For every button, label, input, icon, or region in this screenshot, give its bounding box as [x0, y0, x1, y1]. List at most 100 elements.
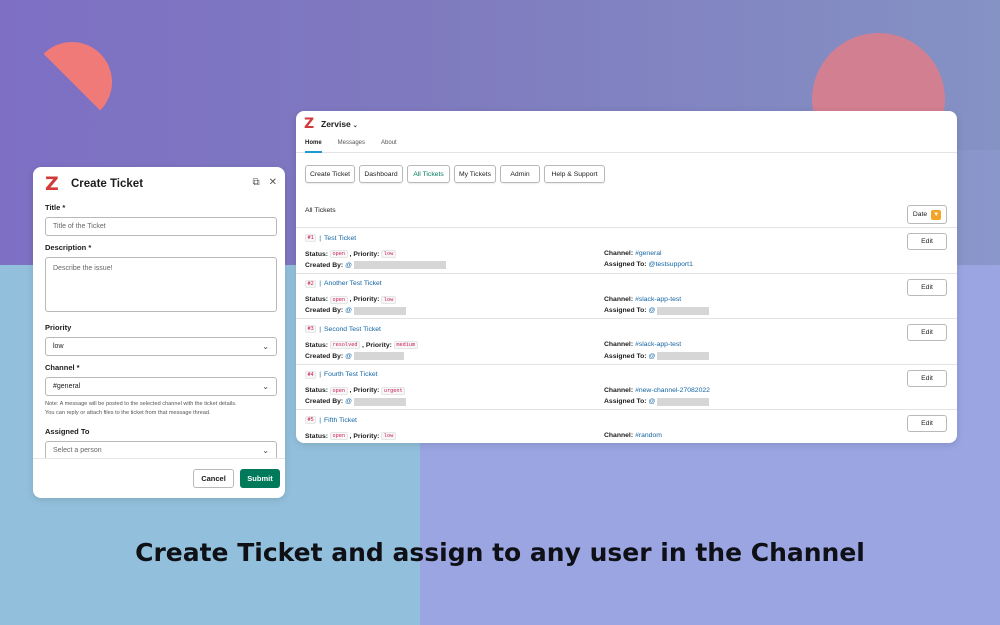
ticket-id: #4 [305, 370, 317, 379]
create-ticket-button[interactable]: Create Ticket [305, 165, 355, 183]
status-badge: open [330, 432, 348, 441]
channel-value: #general [53, 383, 81, 390]
edit-button[interactable]: Edit [907, 233, 947, 250]
ticket-title-link[interactable]: Another Test Ticket [324, 280, 382, 287]
title-label: Title * [45, 203, 66, 212]
all-tickets-button[interactable]: All Tickets [407, 165, 450, 183]
priority-label: Priority [45, 323, 72, 332]
ticket-id: #5 [305, 416, 317, 425]
ticket-row: #2 | Another Test Ticket Status: open, Prio… [296, 272, 957, 319]
ticket-id: #2 [305, 279, 317, 288]
section-title: All Tickets [305, 207, 336, 214]
ticket-list: #1 | Test Ticket Status: open, Priority: low… [296, 227, 957, 443]
description-placeholder: Describe the issue! [53, 265, 113, 272]
priority-badge: low [381, 432, 396, 441]
assignee-link[interactable]: @ [649, 398, 656, 405]
date-sort-button[interactable]: Date ▼ [907, 205, 947, 224]
channel-link[interactable]: #random [635, 432, 662, 439]
assigned-placeholder: Select a person [53, 447, 102, 454]
modal-header: Z Create Ticket ⧉ ✕ [33, 167, 285, 201]
assignee-link[interactable]: @testsupport1 [649, 261, 693, 268]
assignee-link[interactable]: @ [649, 307, 656, 314]
description-input[interactable]: Describe the issue! [45, 257, 277, 312]
redacted-user [657, 397, 710, 406]
create-ticket-modal: Z Create Ticket ⧉ ✕ Title * Title of the… [33, 167, 285, 498]
channel-link[interactable]: #general [635, 250, 661, 257]
edit-button[interactable]: Edit [907, 324, 947, 342]
ticket-title-link[interactable]: Fifth Ticket [324, 417, 357, 424]
chevron-down-icon: ⌄ [262, 342, 269, 351]
app-header: Z Zervise ⌄ [296, 111, 957, 135]
status-badge: open [330, 250, 348, 258]
modal-form: Title * Title of the Ticket Description … [33, 201, 285, 458]
priority-badge: low [381, 295, 396, 304]
help-support-button[interactable]: Help & Support [544, 165, 605, 183]
zervise-logo-icon: Z [45, 173, 59, 195]
status-badge: resolved [330, 341, 361, 350]
channel-select[interactable]: #general ⌄ [45, 377, 277, 396]
zervise-app-window: Z Zervise ⌄ Home Messages About Create Ti… [296, 111, 957, 443]
dashboard-button[interactable]: Dashboard [359, 165, 403, 183]
tab-messages[interactable]: Messages [338, 135, 365, 152]
redacted-user [354, 352, 405, 361]
title-input[interactable]: Title of the Ticket [45, 217, 277, 236]
channel-link[interactable]: #slack-app-test [635, 296, 681, 303]
tab-bar: Home Messages About [296, 135, 957, 153]
priority-badge: urgent [381, 386, 406, 395]
ticket-row: #4 | Fourth Test Ticket Status: open, Prior… [296, 363, 957, 410]
caption-headline: Create Ticket and assign to any user in … [135, 538, 865, 567]
edit-button[interactable]: Edit [907, 278, 947, 296]
ticket-row: #1 | Test Ticket Status: open, Priority: low… [296, 227, 957, 273]
note-line-2: You can reply or attach files to the tic… [45, 410, 211, 416]
status-badge: open [330, 386, 348, 395]
submit-button[interactable]: Submit [240, 469, 280, 488]
description-label: Description * [45, 243, 92, 252]
modal-title: Create Ticket [71, 178, 144, 190]
sort-icon: ▼ [931, 209, 942, 220]
chevron-down-icon: ⌄ [262, 446, 269, 455]
admin-button[interactable]: Admin [500, 165, 540, 183]
ticket-title-link[interactable]: Second Test Ticket [324, 326, 381, 333]
assigned-label: Assigned To [45, 427, 90, 436]
toolbar: Create Ticket Dashboard All Tickets My T… [296, 153, 957, 183]
date-label: Date [912, 211, 928, 218]
assigned-select[interactable]: Select a person ⌄ [45, 441, 277, 458]
channel-link[interactable]: #slack-app-test [635, 341, 681, 348]
ticket-title-link[interactable]: Fourth Test Ticket [324, 371, 378, 378]
redacted-user [354, 261, 447, 269]
channel-link[interactable]: #new-channel-27082022 [635, 387, 710, 394]
redacted-user [657, 352, 710, 361]
ticket-id: #1 [305, 234, 317, 242]
edit-button[interactable]: Edit [907, 415, 947, 433]
cancel-button[interactable]: Cancel [193, 469, 234, 488]
modal-footer: Cancel Submit [33, 458, 285, 498]
my-tickets-button[interactable]: My Tickets [454, 165, 496, 183]
app-name-menu[interactable]: Zervise ⌄ [321, 119, 358, 129]
channel-label: Channel * [45, 363, 80, 372]
tab-about[interactable]: About [381, 135, 397, 152]
ticket-id: #3 [305, 325, 317, 334]
close-icon[interactable]: ✕ [269, 177, 277, 188]
ticket-row: #3 | Second Test Ticket Status: resolved, P… [296, 318, 957, 364]
note-line-1: Note: A message will be posted to the se… [45, 401, 237, 407]
assignee-link[interactable]: @ [649, 353, 656, 360]
priority-select[interactable]: low ⌄ [45, 337, 277, 356]
redacted-user [354, 397, 407, 406]
status-badge: open [330, 295, 348, 304]
caret-down-icon: ⌄ [352, 123, 358, 129]
zervise-logo-icon: Z [304, 116, 315, 132]
priority-badge: low [381, 250, 396, 258]
edit-button[interactable]: Edit [907, 369, 947, 387]
priority-badge: medium [393, 341, 418, 350]
tab-home[interactable]: Home [305, 135, 322, 153]
chevron-down-icon: ⌄ [262, 382, 269, 391]
ticket-row: #5 | Fifth Ticket Status: open, Priority: lo… [296, 409, 957, 443]
decorative-half-circle [32, 42, 112, 122]
title-placeholder: Title of the Ticket [53, 223, 106, 230]
redacted-user [657, 306, 710, 315]
redacted-user [354, 306, 407, 315]
ticket-title-link[interactable]: Test Ticket [324, 235, 356, 242]
priority-value: low [53, 343, 64, 350]
channel-note: Note: A message will be posted to the se… [45, 400, 276, 418]
external-link-icon[interactable]: ⧉ [252, 177, 259, 188]
